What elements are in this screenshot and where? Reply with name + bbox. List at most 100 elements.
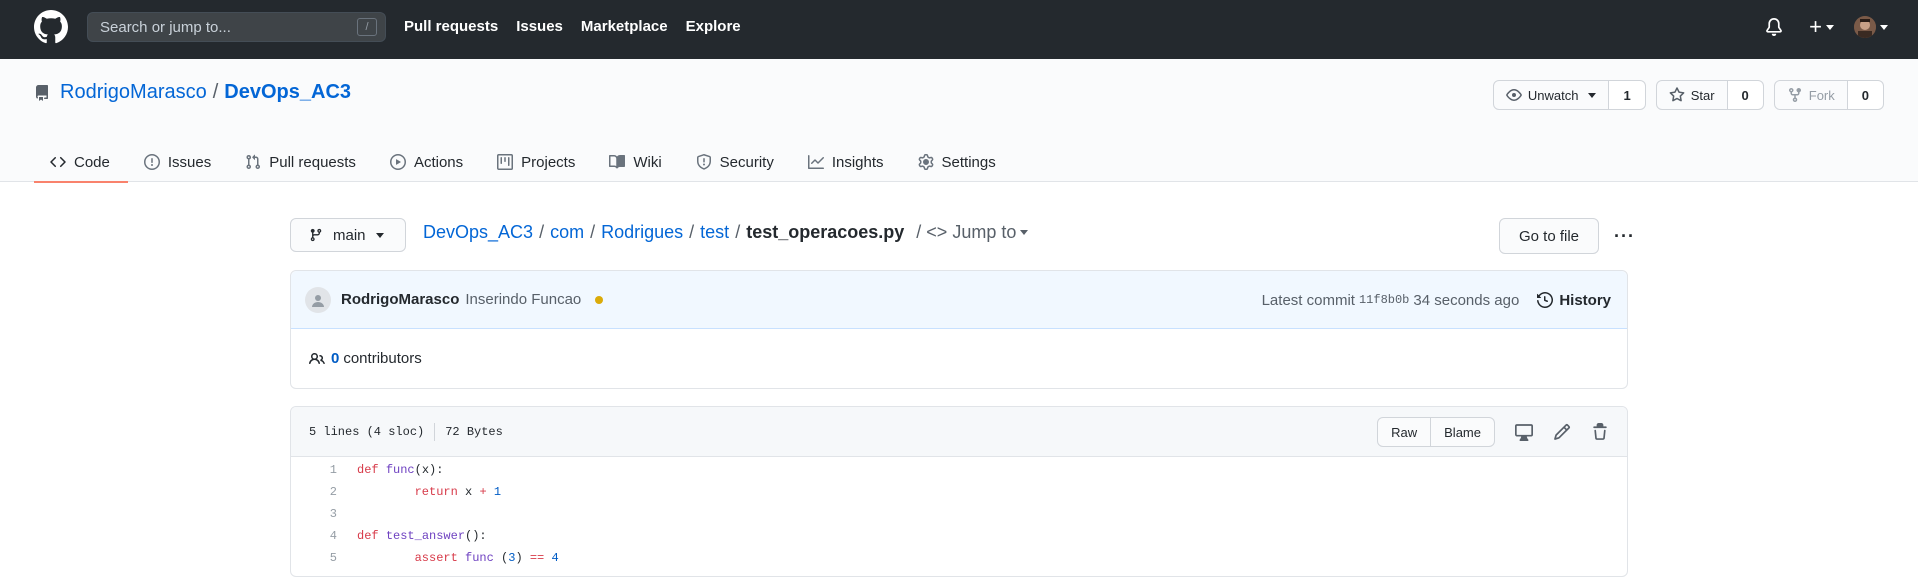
fork-button[interactable]: Fork <box>1773 80 1848 110</box>
pencil-icon[interactable] <box>1553 423 1571 441</box>
breadcrumb-com[interactable]: com <box>550 222 584 243</box>
contributors-label: contributors <box>343 350 422 367</box>
tab-actions[interactable]: Actions <box>374 142 481 182</box>
file-tools: Raw Blame <box>1377 417 1609 447</box>
chevron-down-icon[interactable] <box>1880 24 1888 30</box>
line-number[interactable]: 3 <box>291 507 337 521</box>
more-options-icon[interactable]: ··· <box>1614 226 1635 247</box>
tab-label: Wiki <box>633 153 662 171</box>
latest-commit-label: Latest commit <box>1261 291 1355 309</box>
contributors-row[interactable]: 0 contributors <box>291 329 1627 388</box>
tab-insights[interactable]: Insights <box>792 142 902 182</box>
project-icon <box>497 154 514 170</box>
tab-label: Settings <box>941 153 996 171</box>
shield-icon <box>696 154 711 170</box>
tab-code[interactable]: Code <box>34 142 128 183</box>
breadcrumb: DevOps_AC3 / com / Rodrigues / test / te… <box>423 222 1029 243</box>
line-number[interactable]: 1 <box>291 463 337 477</box>
line-number[interactable]: 4 <box>291 529 337 543</box>
github-logo-icon[interactable] <box>34 10 68 44</box>
star-group: Star 0 <box>1655 80 1764 110</box>
global-nav: Pull requests Issues Marketplace Explore <box>404 18 759 35</box>
star-label: Star <box>1690 87 1715 103</box>
nav-explore[interactable]: Explore <box>686 18 741 35</box>
eye-icon <box>1506 89 1522 101</box>
tab-label: Pull requests <box>269 153 356 171</box>
search-shortcut-hint: / <box>357 18 377 36</box>
breadcrumb-rodrigues[interactable]: Rodrigues <box>601 222 683 243</box>
breadcrumb-separator: / <box>539 222 545 242</box>
code-icon <box>50 156 66 168</box>
book-icon <box>609 154 626 169</box>
avatar[interactable] <box>305 286 331 313</box>
avatar[interactable] <box>1854 16 1876 38</box>
star-count[interactable]: 0 <box>1727 80 1764 110</box>
repo-name-link[interactable]: DevOps_AC3 <box>224 81 351 104</box>
chevron-down-icon[interactable] <box>1826 24 1834 30</box>
commit-author[interactable]: RodrigoMarasco <box>341 291 459 308</box>
code-area: 1 def func(x): 2 return x + 1 3 4 def test_an… <box>291 457 1627 569</box>
breadcrumb-test[interactable]: test <box>700 222 729 243</box>
tab-label: Issues <box>167 153 212 171</box>
file-header: 5 lines (4 sloc) 72 Bytes Raw Blame <box>291 407 1627 457</box>
search-placeholder: Search or jump to... <box>100 19 231 36</box>
commit-time: 34 seconds ago <box>1413 291 1520 309</box>
history-icon <box>1537 292 1554 308</box>
watch-count[interactable]: 1 <box>1609 80 1646 110</box>
contributors-count: 0 <box>331 350 340 367</box>
breadcrumb-separator: / <box>689 222 695 242</box>
go-to-file-button[interactable]: Go to file <box>1499 218 1599 254</box>
history-button[interactable]: History <box>1537 292 1611 309</box>
tab-security[interactable]: Security <box>680 142 792 182</box>
search-input[interactable]: Search or jump to... / <box>87 12 386 42</box>
tab-projects[interactable]: Projects <box>481 142 593 182</box>
blame-button[interactable]: Blame <box>1431 417 1495 447</box>
jump-to-prefix: / <> <box>916 222 948 242</box>
tab-pull-requests[interactable]: Pull requests <box>229 142 374 182</box>
create-new-button[interactable]: + <box>1809 16 1822 38</box>
latest-commit-row: RodrigoMarasco Inserindo Funcao Latest c… <box>291 271 1627 329</box>
nav-issues[interactable]: Issues <box>516 18 563 35</box>
tab-label: Security <box>719 153 774 171</box>
repo-tabs: Code Issues Pull requests Actions Projec… <box>34 142 1014 183</box>
code-token: ) <box>515 551 530 565</box>
status-dot-icon[interactable] <box>595 295 604 304</box>
breadcrumb-repo[interactable]: DevOps_AC3 <box>423 222 533 243</box>
branch-selector[interactable]: main <box>290 218 406 252</box>
branch-icon <box>310 228 322 242</box>
line-number[interactable]: 5 <box>291 551 337 565</box>
raw-button[interactable]: Raw <box>1377 417 1432 447</box>
code-token: ( <box>493 551 509 565</box>
tab-label: Projects <box>521 153 576 171</box>
file-viewer: 5 lines (4 sloc) 72 Bytes Raw Blame 1 def… <box>290 406 1628 577</box>
nav-marketplace[interactable]: Marketplace <box>581 18 668 35</box>
fork-count[interactable]: 0 <box>1847 80 1884 110</box>
code-token: + <box>479 485 487 499</box>
jump-to-button[interactable]: / <> Jump to <box>916 222 1029 243</box>
star-button[interactable]: Star <box>1655 80 1728 110</box>
commit-sha[interactable]: 11f8b0b <box>1359 293 1409 307</box>
tab-label: Code <box>74 153 110 171</box>
bell-icon[interactable] <box>1765 17 1783 37</box>
tab-issues[interactable]: Issues <box>128 142 229 182</box>
trash-icon[interactable] <box>1591 423 1609 441</box>
unwatch-label: Unwatch <box>1527 87 1579 103</box>
tab-wiki[interactable]: Wiki <box>593 142 679 182</box>
tab-settings[interactable]: Settings <box>902 142 1014 182</box>
code-token: test_answer <box>385 529 466 543</box>
jump-to-label: Jump to <box>952 222 1017 242</box>
chevron-down-icon <box>375 232 384 238</box>
repo-icon <box>36 84 48 101</box>
repo-owner-link[interactable]: RodrigoMarasco <box>60 81 207 104</box>
code-line: 4 def test_answer(): <box>291 525 1627 547</box>
commit-message[interactable]: Inserindo Funcao <box>465 291 581 308</box>
unwatch-button[interactable]: Unwatch <box>1492 80 1610 110</box>
code-line: 1 def func(x): <box>291 459 1627 481</box>
desktop-icon[interactable] <box>1515 423 1533 441</box>
line-number[interactable]: 2 <box>291 485 337 499</box>
fork-label: Fork <box>1808 87 1835 103</box>
nav-pull-requests[interactable]: Pull requests <box>404 18 498 35</box>
